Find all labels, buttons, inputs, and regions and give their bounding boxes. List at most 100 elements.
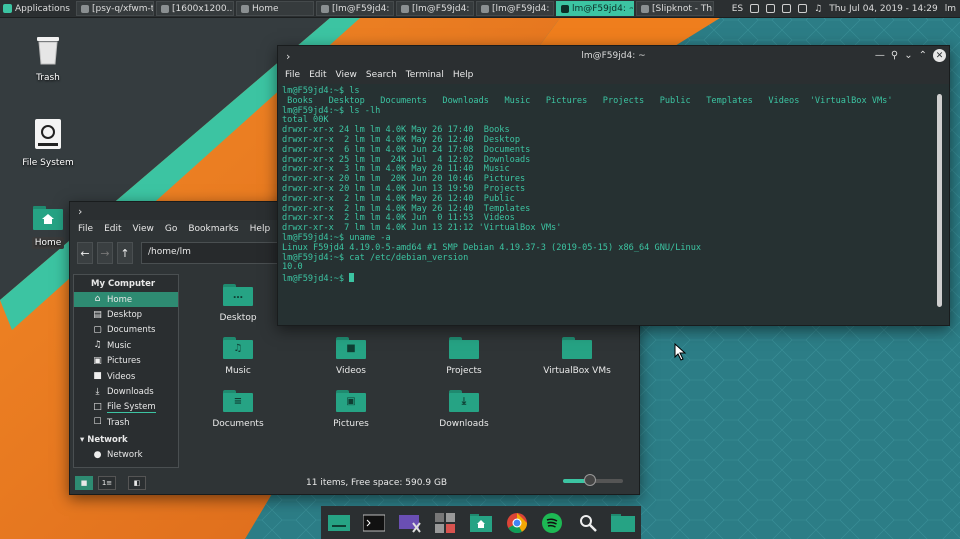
forward-button[interactable]: → <box>97 242 113 264</box>
sidebar-item-videos[interactable]: ■ Videos <box>74 369 178 384</box>
home-icon: ⌂ <box>94 294 101 305</box>
app-icon <box>480 4 489 13</box>
folder-icon: ⤓ <box>449 390 479 412</box>
terminal-scrollbar[interactable] <box>937 94 942 307</box>
sidebar-item-pictures[interactable]: ▣ Pictures <box>74 354 178 369</box>
sidebar-item-label: Music <box>107 340 132 351</box>
sidebar-item-network[interactable]: ● Network <box>74 448 178 463</box>
desktop-icon-label: Trash <box>36 73 60 83</box>
dock-search[interactable] <box>576 512 600 534</box>
folder-item[interactable]: ▣ Pictures <box>296 390 406 429</box>
sidebar-item-label: File System <box>107 401 156 413</box>
desktop-trash[interactable]: Trash <box>13 33 83 84</box>
sidebar-section-network[interactable]: ▾ Network <box>74 431 178 448</box>
menu-file[interactable]: File <box>78 224 93 234</box>
up-button[interactable]: ↑ <box>117 242 133 264</box>
taskbar-button[interactable]: Home <box>235 1 314 16</box>
zoom-slider[interactable] <box>563 474 623 486</box>
clock[interactable]: Thu Jul 04, 2019 - 14:29 <box>829 4 937 14</box>
dock-chrome[interactable] <box>505 512 529 534</box>
folder-icon: ▣ <box>336 390 366 412</box>
menu-help[interactable]: Help <box>453 70 474 80</box>
dock-files[interactable] <box>611 512 636 534</box>
sidebar-item-music[interactable]: ♫ Music <box>74 338 178 353</box>
sidebar-section-my-computer[interactable]: My Computer <box>74 275 178 292</box>
pin-icon[interactable]: ⚲ <box>891 50 898 61</box>
taskbar-button[interactable]: [lm@F59jd4: ... <box>475 1 554 16</box>
screenshot-icon <box>398 514 421 533</box>
sidebar-item-documents[interactable]: ▢ Documents <box>74 323 178 338</box>
trash-icon: ☐ <box>93 417 102 428</box>
menu-file[interactable]: File <box>285 70 300 80</box>
keyboard-layout[interactable]: ES <box>732 4 743 14</box>
places-toggle-button[interactable]: ■ <box>75 476 93 490</box>
folder-item[interactable]: ■ Videos <box>296 337 406 376</box>
window-menu-icon[interactable]: › <box>78 205 82 218</box>
taskbar-button[interactable]: [lm@F59jd4: ~] <box>395 1 474 16</box>
sidebar-item-label: Home <box>107 294 133 305</box>
spotify-icon <box>542 512 563 533</box>
shade-icon[interactable]: ⌄ <box>904 50 912 61</box>
folder-item[interactable]: Projects <box>409 337 519 376</box>
menu-view[interactable]: View <box>133 224 154 234</box>
dock-home-folder[interactable] <box>469 512 493 534</box>
tree-toggle-button[interactable]: 1≡ <box>98 476 116 490</box>
taskbar-button[interactable]: [Slipknot - Th... <box>635 1 714 16</box>
bluetooth-tray-icon[interactable] <box>798 4 808 13</box>
taskbar-button[interactable]: [psy-q/xfwm-t... <box>75 1 154 16</box>
folder-label: Projects <box>446 366 482 376</box>
maximize-icon[interactable]: ⌃ <box>919 50 927 61</box>
user-menu[interactable]: lm <box>945 4 956 14</box>
terminal-output[interactable]: lm@F59jd4:~$ ls Books Desktop Documents … <box>282 86 932 319</box>
menu-edit[interactable]: Edit <box>104 224 121 234</box>
dock-spotify[interactable] <box>540 512 564 534</box>
sidebar-item-downloads[interactable]: ⤓ Downloads <box>74 384 178 399</box>
applications-menu[interactable]: Applications <box>0 0 76 17</box>
taskbar-button[interactable]: [lm@F59jd4: ... <box>315 1 394 16</box>
menu-help[interactable]: Help <box>250 224 271 234</box>
sidebar-item-label: Network <box>107 450 143 461</box>
drive-icon <box>35 119 61 149</box>
folder-item[interactable]: ≡ Documents <box>183 390 293 429</box>
top-panel: Applications [psy-q/xfwm-t... [1600x1200.… <box>0 0 960 18</box>
app-icon <box>240 4 249 13</box>
hide-sidebar-button[interactable]: ◧ <box>128 476 146 490</box>
menu-bookmarks[interactable]: Bookmarks <box>188 224 238 234</box>
video-icon: ■ <box>93 371 102 382</box>
desktop-icon: ▤ <box>93 309 102 320</box>
volume-icon[interactable]: ♫ <box>814 4 822 14</box>
taskbar-button[interactable]: [1600x1200... <box>155 1 234 16</box>
menu-view[interactable]: View <box>336 70 357 80</box>
taskbar-button[interactable]: lm@F59jd4: ~ <box>555 1 634 16</box>
desktop-file-system[interactable]: File System <box>13 118 83 169</box>
dock <box>321 506 641 539</box>
sidebar-item-home[interactable]: ⌂ Home <box>74 292 178 308</box>
folder-item[interactable]: VirtualBox VMs <box>522 337 632 376</box>
picture-icon: ▣ <box>93 355 102 366</box>
folder-label: Documents <box>212 419 264 429</box>
network-tray-icon[interactable] <box>750 4 760 13</box>
back-button[interactable]: ← <box>77 242 93 264</box>
menu-terminal[interactable]: Terminal <box>406 70 444 80</box>
dock-terminal[interactable] <box>362 512 386 534</box>
terminal-titlebar[interactable]: › lm@F59jd4: ~ — ⚲ ⌄ ⌃ ✕ <box>278 46 949 66</box>
sidebar-item-file-system[interactable]: □ File System <box>74 400 178 415</box>
menu-edit[interactable]: Edit <box>309 70 326 80</box>
sidebar-item-trash[interactable]: ☐ Trash <box>74 415 178 430</box>
folder-item[interactable]: ♫ Music <box>183 337 293 376</box>
close-icon[interactable]: ✕ <box>933 49 946 62</box>
location-bar[interactable]: /home/lm <box>141 242 291 264</box>
arrow-left-icon: ← <box>80 246 90 260</box>
display-tray-icon[interactable] <box>766 4 776 13</box>
sidebar-item-desktop[interactable]: ▤ Desktop <box>74 307 178 322</box>
sidebar-item-label: Downloads <box>107 387 154 398</box>
dock-screenshot[interactable] <box>398 512 422 534</box>
zoom-slider-handle[interactable] <box>584 474 596 486</box>
dock-show-desktop[interactable] <box>327 512 351 534</box>
power-tray-icon[interactable] <box>782 4 792 13</box>
folder-item[interactable]: ⤓ Downloads <box>409 390 519 429</box>
menu-go[interactable]: Go <box>165 224 177 234</box>
minimize-icon[interactable]: — <box>875 50 885 61</box>
menu-search[interactable]: Search <box>366 70 397 80</box>
dock-calculator[interactable] <box>433 512 457 534</box>
